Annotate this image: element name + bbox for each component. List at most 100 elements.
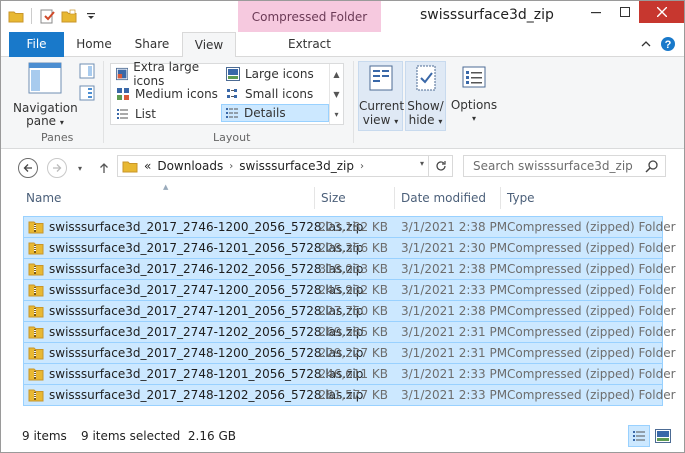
small-icons-icon [227, 89, 237, 98]
file-type: Compressed (zipped) Folder [507, 346, 676, 360]
new-folder-icon[interactable] [60, 7, 78, 25]
breadcrumb-current[interactable]: swisssurface3d_zip [239, 159, 354, 173]
refresh-icon[interactable] [428, 156, 452, 176]
file-date: 3/1/2021 2:33 PM [401, 388, 508, 402]
layout-gallery-scroller[interactable]: ▲ ▼ ▾ [329, 64, 343, 124]
file-row[interactable]: swisssurface3d_2017_2747-1201_2056_5728.… [23, 301, 676, 322]
layout-extra-large-icons[interactable]: Extra large icons [113, 60, 221, 88]
scroll-down-icon[interactable]: ▼ [333, 90, 339, 99]
minimize-icon[interactable] [581, 1, 610, 23]
zip-folder-icon [28, 221, 44, 234]
tab-view[interactable]: View [182, 32, 236, 58]
title-bar: Compressed Folder Tools swisssurface3d_z… [1, 1, 684, 57]
layout-medium-icons[interactable]: Medium icons [113, 85, 221, 103]
search-box[interactable] [463, 155, 666, 177]
file-date: 3/1/2021 2:33 PM [401, 283, 508, 297]
file-name-cell: swisssurface3d_2017_2746-1202_2056_5728.… [28, 259, 363, 279]
file-row[interactable]: swisssurface3d_2017_2747-1202_2056_5728.… [23, 322, 676, 343]
back-arrow-icon[interactable] [18, 158, 38, 178]
file-row[interactable]: swisssurface3d_2017_2746-1200_2056_5728.… [23, 216, 676, 238]
layout-list[interactable]: List [113, 105, 221, 123]
current-view-icon [369, 65, 392, 91]
chevron-right-icon[interactable]: › [360, 161, 364, 172]
chevron-right-icon[interactable]: › [229, 161, 233, 172]
search-icon[interactable] [645, 159, 659, 173]
options-button[interactable]: Options ▾ [450, 61, 498, 131]
file-type: Compressed (zipped) Folder [507, 388, 676, 402]
file-date: 3/1/2021 2:30 PM [401, 241, 508, 255]
file-row[interactable]: swisssurface3d_2017_2747-1200_2056_5728.… [23, 280, 676, 301]
file-size: 228,356 KB [318, 241, 388, 255]
explorer-window: Compressed Folder Tools swisssurface3d_z… [0, 0, 685, 453]
tab-home[interactable]: Home [68, 32, 120, 57]
column-header-size[interactable]: Size [321, 185, 346, 211]
panes-group-label: Panes [41, 131, 74, 144]
column-divider[interactable] [314, 187, 315, 209]
address-bar[interactable]: « Downloads › swisssurface3d_zip › ▾ [117, 155, 453, 177]
file-name-cell: swisssurface3d_2017_2746-1201_2056_5728.… [28, 238, 363, 258]
scroll-up-icon[interactable]: ▲ [333, 70, 339, 79]
file-type: Compressed (zipped) Folder [507, 283, 676, 297]
preview-pane-icon[interactable] [79, 63, 95, 79]
column-divider[interactable] [394, 187, 395, 209]
up-arrow-icon[interactable] [94, 158, 114, 178]
customize-toolbar-icon[interactable] [82, 7, 100, 25]
show-hide-button[interactable]: Show/ hide ▾ [405, 61, 446, 131]
item-count: 9 items [22, 429, 67, 443]
file-row[interactable]: swisssurface3d_2017_2748-1201_2056_5728.… [23, 364, 676, 385]
maximize-icon[interactable] [610, 1, 639, 23]
layout-small-icons[interactable]: Small icons [223, 85, 328, 103]
layout-group-label: Layout [213, 131, 251, 144]
address-dropdown-icon[interactable]: ▾ [420, 159, 424, 168]
current-view-label-2: view ▾ [359, 113, 402, 129]
tab-file[interactable]: File [9, 32, 64, 57]
navigation-pane-button[interactable]: Navigation pane ▾ [13, 61, 78, 129]
current-view-label-1: Current [359, 99, 405, 113]
tab-share[interactable]: Share [125, 32, 179, 57]
layout-large-icons[interactable]: Large icons [223, 65, 328, 83]
close-icon[interactable] [639, 1, 684, 23]
help-icon[interactable]: ? [660, 36, 676, 52]
column-header-date[interactable]: Date modified [401, 185, 486, 211]
list-icon [117, 109, 128, 119]
breadcrumb-overflow[interactable]: « [144, 159, 151, 173]
zip-folder-icon [28, 368, 44, 381]
column-divider[interactable] [500, 187, 501, 209]
forward-arrow-icon[interactable] [47, 158, 67, 178]
column-header-type[interactable]: Type [507, 185, 535, 211]
layout-details[interactable]: Details [221, 104, 329, 122]
file-row[interactable]: swisssurface3d_2017_2748-1200_2056_5728.… [23, 343, 676, 364]
recent-locations-icon[interactable]: ▾ [74, 158, 86, 178]
file-type: Compressed (zipped) Folder [507, 262, 676, 276]
tab-extract[interactable]: Extract [238, 32, 381, 57]
file-row[interactable]: swisssurface3d_2017_2746-1201_2056_5728.… [23, 238, 676, 259]
status-bar: 9 items 9 items selected 2.16 GB [1, 423, 684, 452]
file-size: 229,227 KB [318, 346, 388, 360]
breadcrumb-downloads[interactable]: Downloads [157, 159, 223, 173]
gallery-expand-icon[interactable]: ▾ [334, 110, 338, 119]
details-pane-icon[interactable] [79, 85, 95, 101]
selection-summary: 9 items selected 2.16 GB [81, 429, 236, 443]
file-size: 269,585 KB [318, 325, 388, 339]
group-divider [353, 61, 354, 143]
file-row[interactable]: swisssurface3d_2017_2746-1202_2056_5728.… [23, 259, 676, 280]
show-hide-icon [416, 65, 435, 91]
search-input[interactable] [473, 159, 643, 173]
dropdown-arrow-icon: ▾ [438, 117, 443, 126]
file-date: 3/1/2021 2:33 PM [401, 367, 508, 381]
show-hide-label-1: Show/ [407, 99, 444, 113]
file-name-cell: swisssurface3d_2017_2748-1201_2056_5728.… [28, 364, 363, 384]
show-hide-label-2-text: hide [408, 113, 435, 127]
details-view-icon[interactable] [628, 425, 650, 447]
file-name-cell: swisssurface3d_2017_2748-1200_2056_5728.… [28, 343, 363, 363]
large-icons-view-icon[interactable] [652, 425, 674, 447]
current-view-button[interactable]: Current view ▾ [358, 61, 405, 131]
file-row[interactable]: swisssurface3d_2017_2748-1202_2056_5728.… [23, 385, 676, 406]
column-header-name[interactable]: Name [26, 185, 61, 211]
file-name-cell: swisssurface3d_2017_2747-1202_2056_5728.… [28, 322, 363, 342]
ribbon-controls: ? [638, 36, 676, 52]
properties-icon[interactable] [38, 7, 56, 25]
collapse-ribbon-icon[interactable] [638, 36, 654, 52]
options-label: Options [450, 98, 498, 112]
view-switcher [628, 425, 674, 447]
